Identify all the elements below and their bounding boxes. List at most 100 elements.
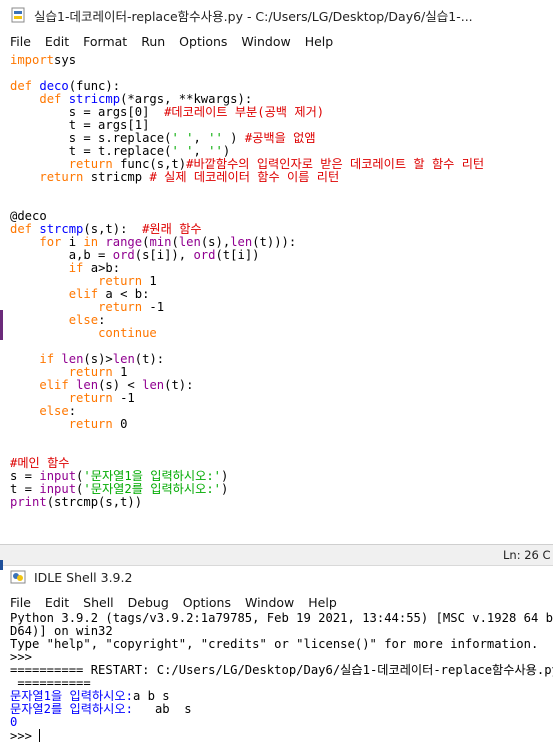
code-token: ,	[193, 144, 209, 158]
menu-file[interactable]: File	[0, 34, 38, 49]
code-token: #바깥함수의 입력인자로 받은 데코레이트 할 함수 리턴	[186, 157, 485, 171]
code-token: @deco	[10, 209, 47, 223]
window-edge-accent	[0, 560, 3, 570]
code-token: #메인 함수	[10, 456, 70, 470]
code-token: 0	[112, 417, 128, 431]
code-line: return stricmp # 실제 데코레이터 함수 이름 리턴	[10, 171, 553, 184]
code-token: s = args[0]	[10, 105, 165, 119]
code-token: 1	[142, 274, 157, 288]
code-token: def	[10, 222, 33, 236]
code-line: Type "help", "copyright", "credits" or "…	[10, 638, 553, 651]
code-token: def	[39, 92, 62, 106]
code-token: (s) <	[98, 378, 143, 392]
editor-code-area[interactable]: importsys def deco(func): def stricmp(*ar…	[0, 54, 553, 544]
code-token: 0	[10, 715, 18, 729]
code-token: a b s	[132, 689, 170, 703]
code-token: continue	[98, 326, 157, 340]
menu-shell[interactable]: Shell	[76, 595, 121, 610]
code-token: 문자열2를 입력하시오:	[10, 702, 133, 716]
code-token: ,	[193, 131, 209, 145]
editor-title: 실습1-데코레이터-replace함수사용.py - C:/Users/LG/D…	[34, 8, 473, 24]
code-token: ========== RESTART: C:/Users/LG/Desktop/…	[10, 663, 553, 677]
code-token: 문자열1을 입력하시오:	[10, 689, 133, 703]
code-token: input	[39, 469, 77, 483]
shell-output-area[interactable]: Python 3.9.2 (tags/v3.9.2:1a79785, Feb 1…	[0, 612, 553, 752]
menu-help[interactable]: Help	[301, 595, 344, 610]
code-token: return	[68, 391, 113, 405]
code-token: a < b:	[98, 287, 150, 301]
code-token: a>b:	[83, 261, 121, 275]
code-line: continue	[10, 327, 553, 340]
shell-window: IDLE Shell 3.9.2 File Edit Shell Debug Optio…	[0, 565, 553, 752]
menu-run[interactable]: Run	[134, 34, 172, 49]
code-token: >>>	[10, 729, 40, 743]
menu-window[interactable]: Window	[234, 34, 297, 49]
code-token: for	[39, 235, 62, 249]
menu-edit[interactable]: Edit	[38, 595, 76, 610]
python-shell-icon	[10, 570, 26, 584]
shell-text[interactable]: Python 3.9.2 (tags/v3.9.2:1a79785, Feb 1…	[0, 612, 553, 743]
code-token: import	[10, 54, 55, 67]
text-cursor	[39, 729, 41, 742]
code-token: -1	[142, 300, 165, 314]
code-token: def	[10, 79, 33, 93]
code-token: in	[83, 235, 99, 249]
code-line: 0	[10, 716, 553, 729]
menu-options[interactable]: Options	[172, 34, 234, 49]
menu-edit[interactable]: Edit	[38, 34, 76, 49]
code-token: (	[171, 235, 179, 249]
code-token: deco	[32, 79, 69, 93]
menu-options[interactable]: Options	[176, 595, 238, 610]
menu-debug[interactable]: Debug	[121, 595, 176, 610]
code-line: importsys	[10, 54, 553, 67]
code-token: len	[142, 378, 165, 392]
code-token: elif	[68, 287, 99, 301]
code-token: ord	[193, 248, 216, 262]
code-token: 1	[112, 365, 128, 379]
code-token: input	[39, 482, 77, 496]
code-token: )	[222, 131, 245, 145]
menu-window[interactable]: Window	[238, 595, 301, 610]
code-token: # 실제 데코레이터 함수 이름 리턴	[149, 170, 340, 184]
shell-titlebar[interactable]: IDLE Shell 3.9.2	[0, 566, 553, 588]
code-token: >>>	[10, 650, 40, 664]
code-token: if	[39, 352, 55, 366]
editor-window: 실습1-데코레이터-replace함수사용.py - C:/Users/LG/D…	[0, 0, 553, 565]
code-token: else	[39, 404, 69, 418]
code-token: '문자열2를 입력하시오:'	[83, 482, 221, 496]
code-token: len	[230, 235, 253, 249]
code-token: func(s,t)	[112, 157, 187, 171]
menu-file[interactable]: File	[0, 595, 38, 610]
editor-titlebar[interactable]: 실습1-데코레이터-replace함수사용.py - C:/Users/LG/D…	[0, 0, 553, 30]
menu-format[interactable]: Format	[76, 34, 134, 49]
code-token: D64)] on win32	[10, 624, 113, 638]
code-token: t = args[1]	[10, 118, 150, 132]
code-token: ab s	[132, 702, 192, 716]
code-token: return	[98, 300, 143, 314]
code-text[interactable]: importsys def deco(func): def stricmp(*ar…	[0, 54, 553, 509]
window-edge-accent	[0, 310, 3, 340]
code-token: a,b =	[10, 248, 113, 262]
code-line: 문자열2를 입력하시오: ab s	[10, 703, 553, 716]
menu-help[interactable]: Help	[298, 34, 341, 49]
code-token: )	[221, 469, 229, 483]
code-token: len	[61, 352, 84, 366]
code-token: range	[105, 235, 143, 249]
code-token: ' '	[171, 131, 194, 145]
code-token: Type "help", "copyright", "credits" or "…	[10, 637, 539, 651]
code-line: print(strcmp(s,t))	[10, 496, 553, 509]
code-token: '문자열1을 입력하시오:'	[83, 469, 221, 483]
